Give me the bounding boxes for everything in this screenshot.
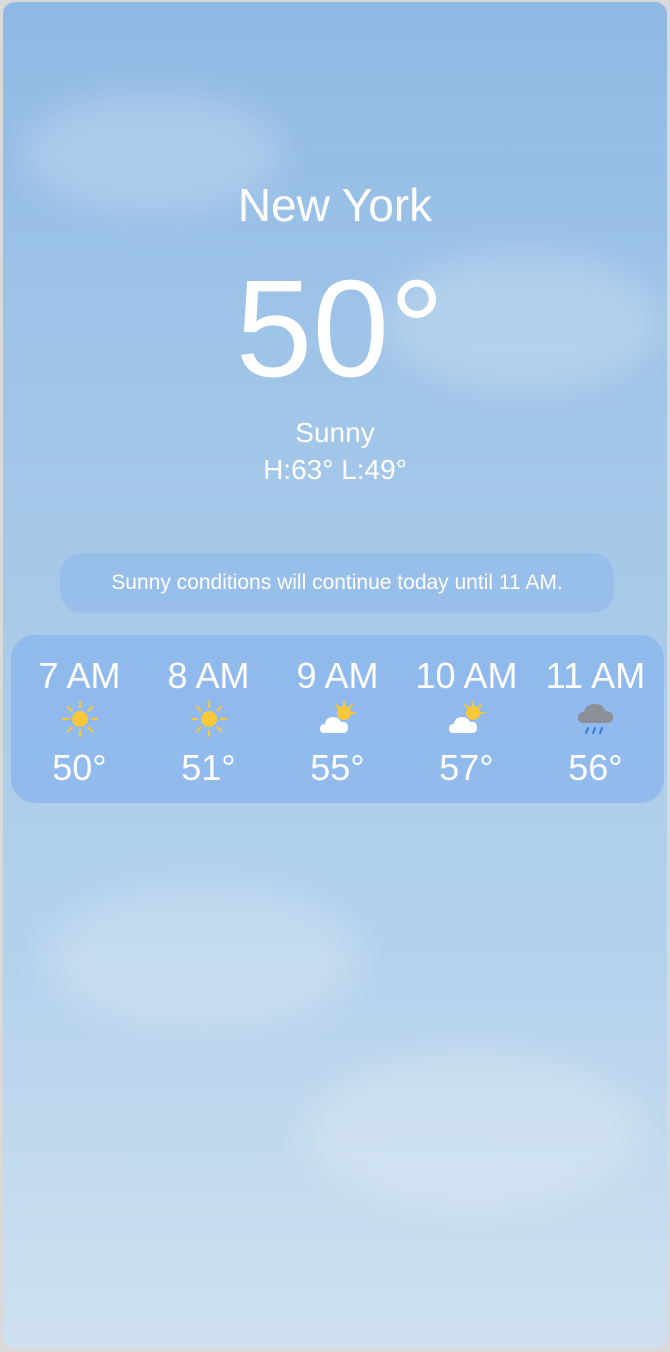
hour-time: 8 AM bbox=[167, 655, 250, 696]
hourly-forecast[interactable]: 7 AM 50° 8 AM 51° 9 AM 55° 10 AM 57° 11 … bbox=[11, 635, 664, 803]
city-name: New York bbox=[237, 179, 433, 231]
current-condition: Sunny bbox=[295, 417, 375, 448]
partly-cloudy-icon bbox=[448, 701, 485, 733]
hourly-item: 11 AM 56° bbox=[532, 635, 660, 803]
rain-cloud-icon bbox=[577, 704, 613, 734]
weather-summary: Sunny conditions will continue today unt… bbox=[60, 553, 614, 613]
high-low-temperature: H:63° L:49° bbox=[263, 454, 407, 485]
sun-icon bbox=[61, 700, 98, 738]
hour-time: 10 AM bbox=[415, 655, 518, 696]
sun-icon bbox=[190, 700, 227, 738]
hour-time: 9 AM bbox=[296, 655, 379, 696]
hour-time: 7 AM bbox=[38, 655, 121, 696]
hourly-item: 10 AM 57° bbox=[403, 635, 531, 803]
hour-temperature: 51° bbox=[181, 747, 236, 788]
partly-cloudy-icon bbox=[319, 701, 356, 733]
current-temperature: 50° bbox=[235, 252, 445, 406]
background-cloud bbox=[43, 882, 363, 1032]
hour-temperature: 56° bbox=[568, 747, 623, 788]
hourly-item: 8 AM 51° bbox=[145, 635, 273, 803]
hour-temperature: 55° bbox=[310, 747, 365, 788]
hourly-item: 7 AM 50° bbox=[16, 635, 144, 803]
weather-window: New York 50° Sunny H:63° L:49° Sunny con… bbox=[3, 2, 667, 1348]
hour-temperature: 50° bbox=[52, 747, 107, 788]
background-cloud bbox=[303, 1052, 643, 1212]
hour-temperature: 57° bbox=[439, 747, 494, 788]
hourly-item: 9 AM 55° bbox=[274, 635, 402, 803]
hour-time: 11 AM bbox=[545, 655, 646, 696]
